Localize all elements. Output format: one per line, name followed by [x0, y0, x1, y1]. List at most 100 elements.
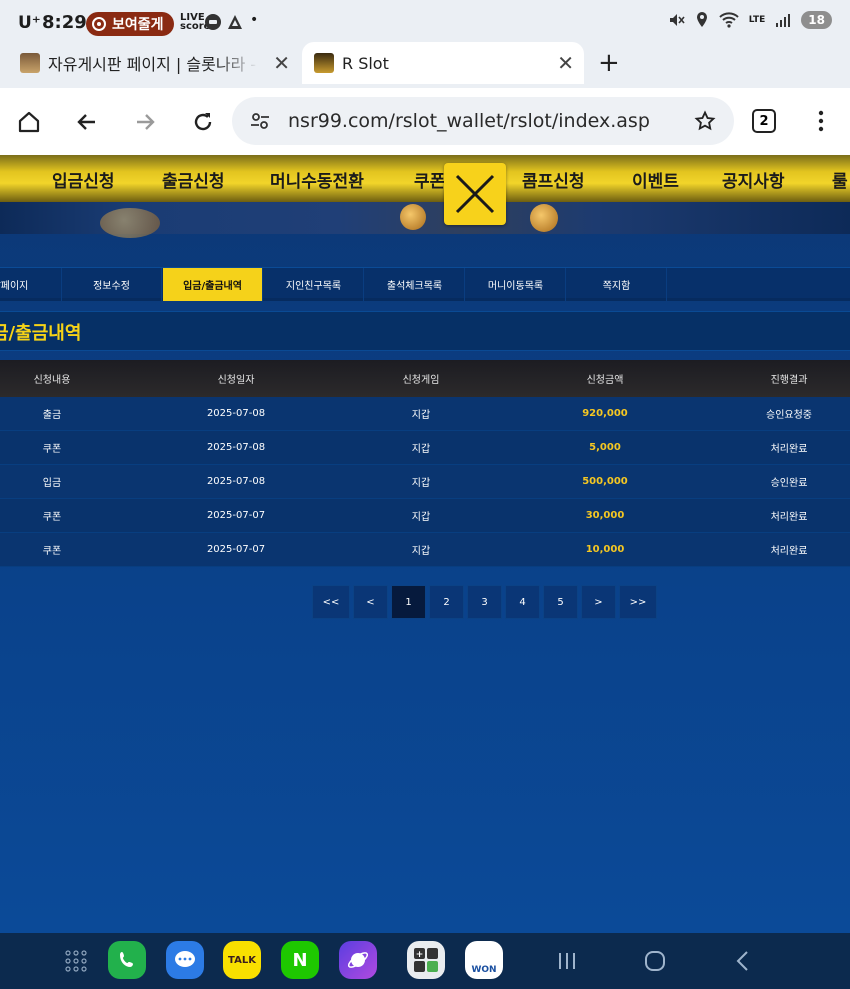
history-table: 신청내용 신청일자 신청게임 신청금액 진행결과 출금 2025-07-08 지…: [0, 360, 850, 567]
car-icon: [205, 14, 221, 30]
header-request-amount: 신청금액: [586, 375, 624, 386]
table-row: 쿠폰 2025-07-08 지갑 5,000 처리완료: [0, 431, 850, 465]
record-icon: [92, 17, 106, 31]
table-row: 입금 2025-07-08 지갑 500,000 승인완료: [0, 465, 850, 499]
kakaotalk-app-icon[interactable]: TALK: [223, 941, 261, 979]
cell-game: 지갑: [411, 546, 431, 557]
phone-icon: [120, 952, 133, 967]
calculator-app-icon[interactable]: +: [407, 941, 445, 979]
top-menu: 입금신청 출금신청 머니수동전환 쿠폰 콤프신청 이벤트 공지사항 룰: [0, 155, 850, 202]
cell-type: 입금: [42, 478, 62, 489]
phone-app-icon[interactable]: [108, 941, 146, 979]
cell-type: 쿠폰: [42, 512, 62, 523]
cell-game: 지갑: [411, 410, 431, 421]
reload-button[interactable]: [189, 108, 217, 136]
forward-button[interactable]: [131, 108, 159, 136]
menu-money-convert[interactable]: 머니수동전환: [270, 167, 364, 192]
star-icon[interactable]: [694, 110, 716, 132]
arrow-left-icon: [77, 114, 95, 130]
cell-type: 출금: [42, 410, 62, 421]
home-nav-icon[interactable]: [643, 949, 667, 973]
reload-icon: [194, 113, 212, 131]
cell-type: 쿠폰: [42, 546, 62, 557]
tab-title: R Slot: [342, 53, 389, 73]
next-page-button[interactable]: >: [581, 585, 616, 619]
prev-page-button[interactable]: <: [353, 585, 388, 619]
header-request-game: 신청게임: [402, 375, 440, 386]
page-button-1[interactable]: 1: [391, 585, 426, 619]
more-options-icon[interactable]: [812, 109, 830, 133]
mute-icon: [669, 14, 685, 26]
close-tab-icon[interactable]: ✕: [557, 51, 574, 75]
cell-status: 승인완료: [770, 478, 808, 489]
rslot-favicon: [314, 53, 334, 73]
tab-rslot[interactable]: R Slot ✕: [302, 42, 584, 84]
tab-slotnara[interactable]: 자유게시판 페이지 | 슬롯나라 - 2 ✕: [20, 46, 300, 80]
cell-game: 지갑: [411, 478, 431, 489]
menu-withdraw-request[interactable]: 출금신청: [162, 167, 225, 192]
cell-status: 처리완료: [770, 512, 808, 523]
page-button-3[interactable]: 3: [467, 585, 502, 619]
naver-app-icon[interactable]: N: [281, 941, 319, 979]
notification-pill[interactable]: 보여줄게: [86, 12, 174, 36]
internet-app-icon[interactable]: [339, 941, 377, 979]
browser-tab-strip: 자유게시판 페이지 | 슬롯나라 - 2 ✕ R Slot ✕ +: [0, 42, 850, 88]
url-bar[interactable]: nsr99.com/rslot_wallet/rslot/index.asp: [232, 97, 734, 145]
coin-decoration: [100, 208, 160, 238]
menu-comp-request[interactable]: 콤프신청: [522, 167, 585, 192]
menu-rules[interactable]: 룰: [832, 167, 848, 192]
subnav-money-transfer-list[interactable]: 머니이동목록: [466, 268, 566, 301]
close-tab-icon[interactable]: ✕: [273, 51, 290, 75]
carrier-label: U⁺: [18, 13, 41, 33]
won-bank-app-icon[interactable]: WON: [465, 941, 503, 979]
coin-decoration: [530, 204, 558, 232]
subnav-mypage[interactable]: Y페이지: [0, 268, 62, 301]
page-title-bar: 금/출금내역: [0, 311, 850, 351]
last-page-button[interactable]: >>: [619, 585, 657, 619]
back-button[interactable]: [73, 108, 101, 136]
mypage-subnav: Y페이지 정보수정 입금/출금내역 지인친구목록 출석체크목록 머니이동목록 쪽…: [0, 267, 850, 301]
menu-notice[interactable]: 공지사항: [722, 167, 785, 192]
subnav-deposit-withdraw-history[interactable]: 입금/출금내역: [163, 268, 263, 301]
cell-status: 승인요청중: [766, 410, 812, 421]
cell-amount: 5,000: [589, 442, 621, 453]
cell-amount: 10,000: [585, 544, 625, 555]
back-nav-icon[interactable]: [733, 950, 753, 972]
slotnara-favicon: [20, 53, 40, 73]
cell-game: 지갑: [411, 512, 431, 523]
close-menu-button[interactable]: [444, 163, 506, 225]
table-row: 출금 2025-07-08 지갑 920,000 승인요청중: [0, 397, 850, 431]
cell-date: 2025-07-07: [206, 544, 266, 555]
app-triangle-icon: [228, 15, 242, 29]
page-title: 금/출금내역: [0, 323, 82, 344]
subnav-friend-list[interactable]: 지인친구목록: [264, 268, 364, 301]
app-drawer-icon[interactable]: [64, 949, 88, 973]
site-settings-icon[interactable]: [250, 111, 270, 131]
page-button-4[interactable]: 4: [505, 585, 540, 619]
first-page-button[interactable]: <<: [312, 585, 350, 619]
menu-deposit-request[interactable]: 입금신청: [52, 167, 115, 192]
planet-icon: [347, 952, 369, 968]
battery-indicator: 18: [801, 11, 832, 29]
home-button[interactable]: [15, 108, 43, 136]
subnav-profile-edit[interactable]: 정보수정: [62, 268, 162, 301]
menu-event[interactable]: 이벤트: [632, 167, 679, 192]
cell-date: 2025-07-08: [206, 476, 266, 487]
recent-apps-icon[interactable]: [556, 950, 578, 972]
subnav-message-box[interactable]: 쪽지함: [567, 268, 667, 301]
cell-amount: 500,000: [582, 476, 628, 487]
page-button-2[interactable]: 2: [429, 585, 464, 619]
tab-count-button[interactable]: 2: [752, 109, 776, 133]
subnav-attendance-list[interactable]: 출석체크목록: [365, 268, 465, 301]
cell-date: 2025-07-07: [206, 510, 266, 521]
table-row: 쿠폰 2025-07-07 지갑 30,000 처리완료: [0, 499, 850, 533]
page-button-5[interactable]: 5: [543, 585, 578, 619]
chat-bubble-icon: [175, 951, 195, 967]
notification-pill-label: 보여줄게: [112, 17, 164, 33]
messages-app-icon[interactable]: [166, 941, 204, 979]
status-icons: LTE 18: [667, 11, 832, 29]
new-tab-button[interactable]: +: [598, 48, 620, 78]
clock: 8:29: [42, 12, 87, 33]
header-status: 진행결과: [770, 375, 808, 386]
menu-coupon[interactable]: 쿠폰: [414, 167, 445, 192]
